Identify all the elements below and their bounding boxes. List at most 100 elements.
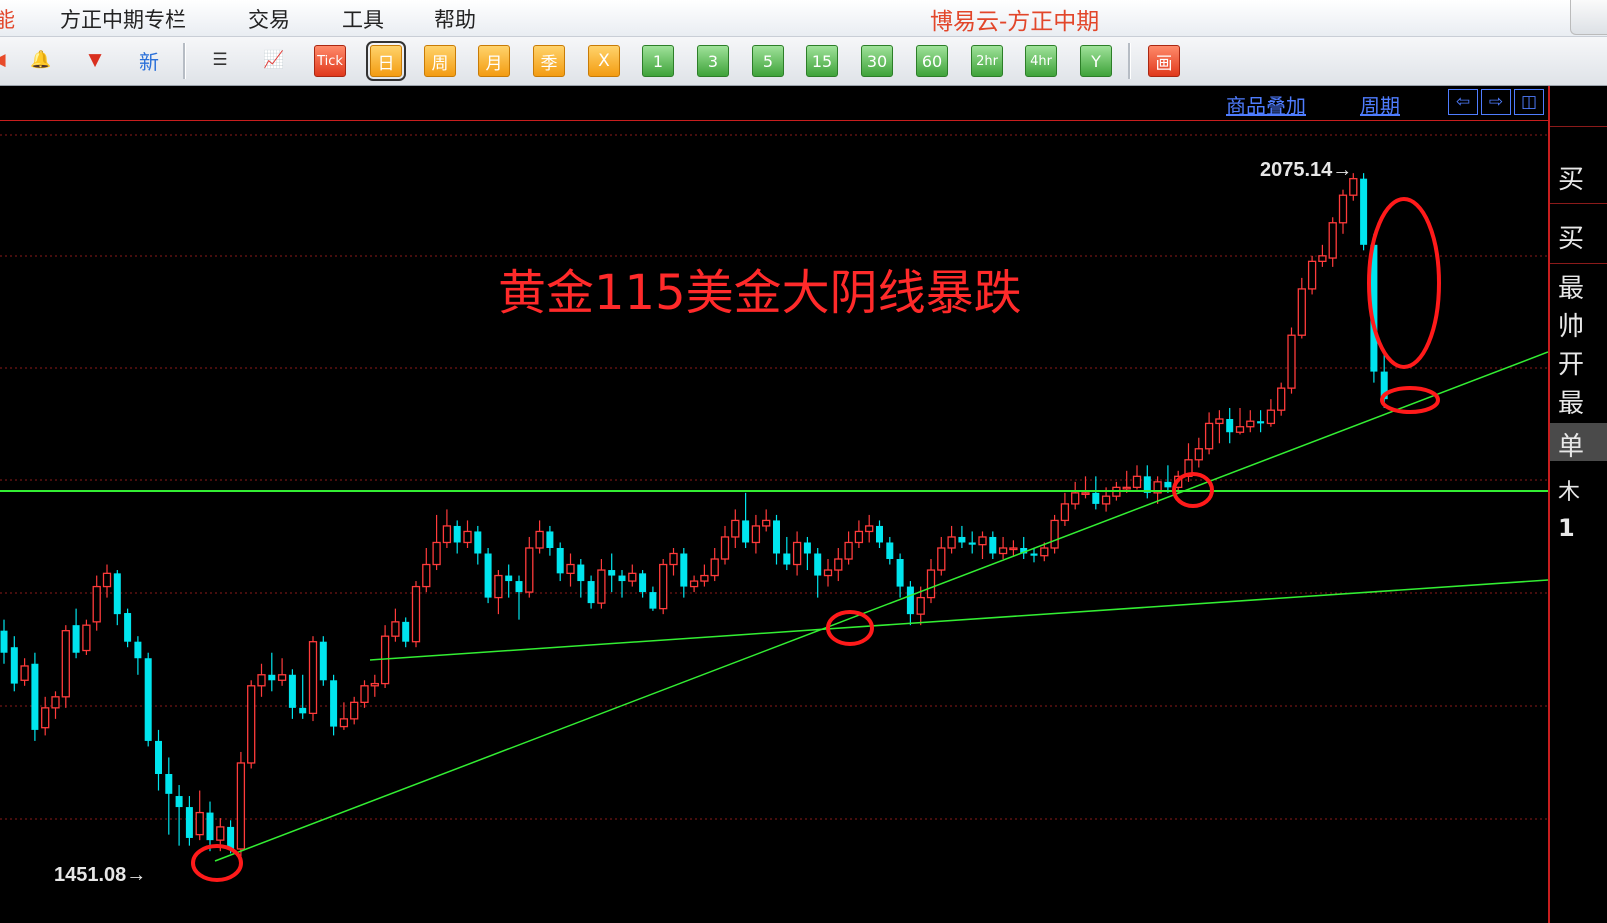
- candle-body-down: [1164, 481, 1172, 488]
- candle-body-up: [1009, 547, 1018, 551]
- candle-body-up: [308, 641, 318, 715]
- candle-body-up: [1215, 418, 1224, 425]
- candle-body-up: [762, 519, 771, 527]
- candle-body-down: [10, 647, 18, 684]
- window-control-button[interactable]: [1570, 0, 1607, 35]
- candle-body-up: [92, 585, 101, 623]
- candle-body-up: [978, 536, 987, 546]
- candle-body-down: [649, 592, 657, 609]
- candle-body-up: [1297, 288, 1306, 336]
- candle-body-up: [1318, 255, 1327, 263]
- panel-label-number: 1: [1558, 514, 1575, 542]
- candle-body-up: [792, 541, 802, 566]
- period-1min-button[interactable]: 1: [642, 45, 674, 77]
- period-4hr-button[interactable]: 4hr: [1025, 45, 1057, 77]
- candle-body-up: [20, 665, 29, 681]
- candle-body-down: [299, 707, 307, 714]
- candle-body-up: [751, 525, 761, 544]
- candle-body-down: [227, 826, 235, 849]
- news-button[interactable]: 新: [134, 45, 164, 75]
- period-day-button[interactable]: 日: [366, 41, 406, 81]
- candle-body-up: [391, 621, 400, 637]
- panel-label-wood: 木: [1558, 480, 1581, 505]
- low-point-circle: [191, 844, 243, 882]
- period-5min-button[interactable]: 5: [752, 45, 784, 77]
- period-quarter-button[interactable]: 季: [533, 45, 565, 77]
- period-30min-button[interactable]: 30: [861, 45, 893, 77]
- candle-body-down: [742, 520, 750, 543]
- candle-body-up: [720, 536, 730, 560]
- big-bearish-candle-circle: [1367, 197, 1441, 369]
- period-15min-button[interactable]: 15: [806, 45, 838, 77]
- candle-body-up: [102, 572, 112, 588]
- candle-body-down: [124, 613, 132, 642]
- candlestick-chart[interactable]: [0, 121, 1548, 923]
- candle-body-down: [72, 625, 80, 653]
- candle-body-up: [525, 547, 534, 593]
- candle-body-up: [1328, 222, 1337, 259]
- menu-trade[interactable]: 交易: [248, 4, 290, 34]
- candle-body-down: [814, 553, 822, 576]
- menu-help[interactable]: 帮助: [434, 4, 476, 34]
- panel-label-buy: 买: [1558, 165, 1585, 195]
- candle-body-up: [854, 530, 864, 544]
- candle-body-down: [886, 542, 894, 560]
- candle-body-up: [937, 547, 946, 571]
- overlay-commodity-link[interactable]: 商品叠加: [1226, 90, 1306, 119]
- toolbar-separator: [183, 43, 186, 79]
- period-2hr-button[interactable]: 2hr: [971, 45, 1003, 77]
- candle-body-up: [41, 707, 50, 729]
- candle-body-up: [1101, 495, 1111, 505]
- candle-body-down: [1257, 421, 1265, 424]
- candle-body-down: [144, 658, 152, 741]
- filter-funnel-icon[interactable]: ▼: [80, 45, 110, 75]
- period-3min-button[interactable]: 3: [697, 45, 729, 77]
- candle-body-up: [370, 682, 379, 687]
- draw-tool-button[interactable]: 画: [1148, 45, 1180, 77]
- toolbar: ◀ 🔔 ▼ 新 ☰ 📈 Tick 日 周 月 季 X 1 3 5 15 30 6…: [0, 37, 1607, 86]
- trendline-touch-circle: [1380, 386, 1440, 414]
- candle-body-up: [1132, 475, 1142, 489]
- period-60min-button[interactable]: 60: [916, 45, 948, 77]
- candle-body-down: [577, 564, 585, 582]
- candle-body-down: [268, 674, 276, 681]
- candle-body-up: [566, 563, 575, 574]
- candle-body-down: [402, 621, 410, 642]
- trend-chart-icon[interactable]: 📈: [259, 45, 289, 75]
- candle-body-up: [628, 572, 637, 582]
- scroll-left-button[interactable]: ⇦: [1448, 89, 1478, 115]
- candle-body-down: [1092, 492, 1100, 504]
- period-link[interactable]: 周期: [1360, 90, 1400, 119]
- chart-annotation-text: 黄金115美金大阴线暴跌: [498, 265, 1022, 321]
- candle-body-down: [803, 542, 811, 554]
- candle-body-up: [1277, 387, 1286, 411]
- alarm-bell-icon[interactable]: 🔔: [26, 45, 56, 75]
- scroll-right-button[interactable]: ⇨: [1481, 89, 1511, 115]
- period-x-button[interactable]: X: [588, 45, 620, 77]
- candle-body-down: [958, 536, 966, 543]
- candle-body-down: [134, 641, 142, 659]
- quote-table-icon[interactable]: ☰: [205, 45, 235, 75]
- period-month-button[interactable]: 月: [478, 45, 510, 77]
- layout-toggle-button[interactable]: ◫: [1514, 89, 1544, 115]
- panel-label-single[interactable]: 单: [1558, 426, 1584, 463]
- tick-button[interactable]: Tick: [314, 45, 346, 77]
- candle-body-up: [277, 674, 287, 681]
- candle-body-up: [236, 762, 246, 850]
- uptrend-secondary-line: [369, 579, 1548, 661]
- menu-tools[interactable]: 工具: [342, 4, 384, 34]
- right-info-panel: 买 买 最 帅 开 最 单 木 1: [1548, 86, 1607, 923]
- panel-label-buy-2: 买: [1558, 224, 1585, 254]
- app-title: 博易云-方正中期: [930, 9, 1100, 35]
- period-year-button[interactable]: Y: [1080, 45, 1112, 77]
- candle-body-up: [865, 525, 874, 533]
- menu-column[interactable]: 方正中期专栏: [60, 4, 186, 34]
- partial-toolbar-icon[interactable]: ◀: [0, 45, 14, 75]
- candle-body-up: [710, 558, 719, 577]
- candle-body-down: [1226, 419, 1234, 433]
- candle-body-down: [0, 630, 8, 653]
- period-week-button[interactable]: 周: [424, 45, 456, 77]
- candle-body-up: [1050, 519, 1059, 549]
- candle-body-up: [1235, 426, 1245, 433]
- candle-body-up: [195, 811, 204, 836]
